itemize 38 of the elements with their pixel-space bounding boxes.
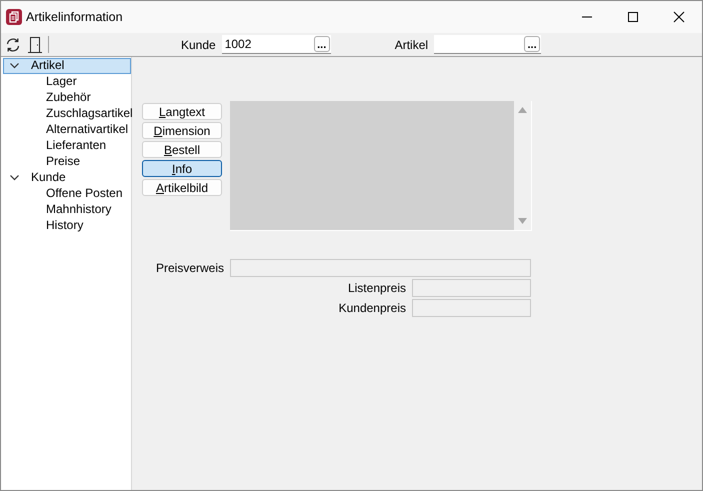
tab-button[interactable]: Artikelbild [142, 179, 222, 196]
input-field[interactable] [412, 279, 531, 297]
field-label: Kundenpreis [338, 301, 406, 315]
field-label: Artikel [394, 38, 428, 52]
refresh-icon[interactable] [5, 36, 21, 52]
tree-item[interactable]: Zuschlagsartikel [46, 106, 133, 122]
chevron-down-icon[interactable] [10, 175, 19, 181]
field-label: Kunde [181, 38, 216, 52]
scrollbar[interactable] [514, 101, 531, 230]
tree-item[interactable]: Mahnhistory [46, 202, 112, 218]
tree-item[interactable]: Preise [46, 154, 80, 170]
field-label: Preisverweis [156, 261, 224, 275]
input-field[interactable] [412, 299, 531, 317]
chevron-down-icon[interactable] [10, 63, 19, 69]
input-field[interactable]: 1002 ... [222, 35, 331, 54]
tree-item[interactable]: Alternativartikel [46, 122, 128, 138]
tree-item[interactable]: Zubehör [46, 90, 91, 106]
tree-item[interactable]: Artikel [3, 58, 131, 74]
tree-item[interactable]: History [46, 218, 84, 234]
tab-button[interactable]: Dimension [142, 122, 222, 139]
tab-button[interactable]: Langtext [142, 103, 222, 120]
text-area[interactable] [230, 101, 532, 231]
field-label: Listenpreis [348, 281, 406, 295]
door-icon[interactable] [28, 36, 42, 53]
browse-button[interactable]: ... [314, 36, 330, 52]
tab-button[interactable]: Bestell [142, 141, 222, 158]
window-title: Artikelinformation [26, 10, 124, 24]
browse-button[interactable]: ... [524, 36, 540, 52]
scroll-up-icon[interactable] [518, 107, 527, 113]
tree-item[interactable]: Offene Posten [46, 186, 122, 202]
app-icon [6, 9, 22, 25]
tree-item[interactable]: Lieferanten [46, 138, 106, 154]
input-field[interactable] [230, 259, 531, 277]
input-field[interactable]: ... [434, 35, 542, 54]
scroll-down-icon[interactable] [518, 218, 527, 224]
tree-item[interactable]: Lager [46, 74, 77, 90]
tree-item[interactable]: Kunde [3, 170, 131, 186]
tab-button[interactable]: Info [142, 160, 222, 177]
